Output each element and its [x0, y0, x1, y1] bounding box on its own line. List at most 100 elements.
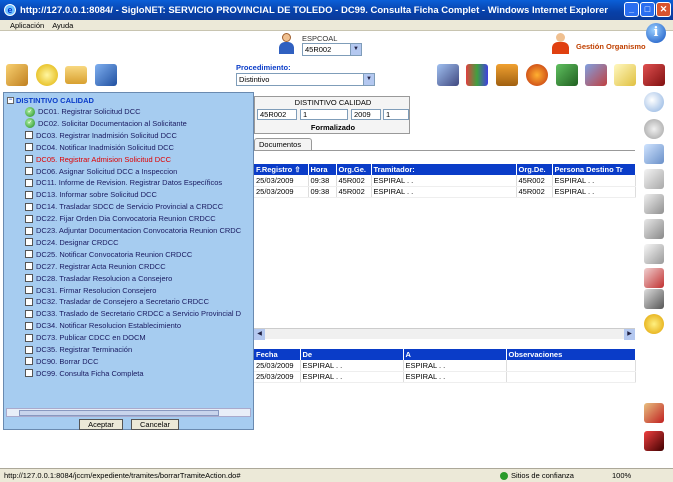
tree-item[interactable]: DC25. Notificar Convocatoria Reunion CRD… [25, 249, 192, 260]
books-icon[interactable] [466, 64, 488, 86]
tree-item-checkbox[interactable] [25, 143, 33, 152]
zoom-level[interactable]: 100% [612, 471, 631, 480]
magnifier-icon[interactable] [644, 92, 664, 112]
paperclip-icon[interactable] [644, 268, 664, 288]
tree-item[interactable]: DC73. Publicar CDCC en DOCM [25, 332, 146, 343]
tree-item[interactable]: DC90. Borrar DCC [25, 356, 99, 367]
tree-item[interactable]: DC27. Registrar Acta Reunion CRDCC [25, 261, 166, 272]
back-icon[interactable] [644, 119, 664, 139]
help-icon[interactable]: i [646, 23, 666, 43]
completed-check-icon[interactable]: ✓ [25, 118, 35, 129]
tree-item[interactable]: DC33. Traslado de Secretario CRDCC a Ser… [25, 308, 241, 319]
tree-item-checkbox[interactable] [25, 238, 33, 247]
tree-item[interactable]: DC35. Registrar Terminación [25, 344, 132, 355]
maximize-button[interactable]: □ [640, 2, 655, 17]
tree-item[interactable]: DC24. Designar CRDCC [25, 237, 119, 248]
tree-item[interactable]: ✓ DC02. Solicitar Documentacion al Solici… [25, 118, 187, 129]
search-document-icon[interactable] [556, 64, 578, 86]
firefox-icon[interactable] [526, 64, 548, 86]
espcoal-select[interactable]: 45R002 ▼ [302, 43, 362, 56]
collapse-icon[interactable]: − [7, 96, 14, 104]
tree-item[interactable]: DC05. Registrar Admision Solicitud DCC [25, 154, 171, 165]
scissors-icon[interactable] [644, 219, 664, 239]
scroll-thumb[interactable] [19, 410, 219, 416]
tree-item[interactable]: DC06. Asignar Solicitud DCC a Inspeccion [25, 166, 177, 177]
col-header-orgde[interactable]: Org.De. [516, 164, 553, 175]
tree-item-checkbox[interactable] [25, 357, 33, 366]
close-button[interactable]: ✕ [656, 2, 671, 17]
certificate-icon[interactable] [614, 64, 636, 86]
tree-item[interactable]: DC32. Trasladar de Consejero a Secretari… [25, 296, 209, 307]
accept-button[interactable]: Aceptar [79, 419, 123, 430]
tools-icon[interactable] [6, 64, 28, 86]
tree-item-checkbox[interactable] [25, 167, 33, 175]
col-header-observaciones[interactable]: Observaciones [506, 349, 636, 360]
tree-item-checkbox[interactable] [25, 321, 33, 330]
tree-item-checkbox[interactable] [25, 333, 33, 342]
scroll-right-icon[interactable]: ▶ [624, 329, 635, 340]
col-header-tramitador[interactable]: Tramitador: [371, 164, 517, 175]
col-header-hora[interactable]: Hora [308, 164, 337, 175]
users-icon[interactable] [585, 64, 607, 86]
tree-item[interactable]: DC28. Trasladar Resolucion a Consejero [25, 273, 172, 284]
chevron-down-icon[interactable]: ▼ [363, 74, 374, 85]
gestion-organismo-label[interactable]: Gestión Organismo [576, 42, 646, 51]
save-icon[interactable] [644, 194, 664, 214]
tree-item[interactable]: DC23. Adjuntar Documentacion Convocatori… [25, 225, 241, 236]
chevron-down-icon[interactable]: ▼ [350, 44, 361, 55]
col-header-de[interactable]: De [300, 349, 404, 360]
computer-icon[interactable] [95, 64, 117, 86]
sort-up-icon[interactable]: ⇧ [294, 165, 300, 174]
tree-item[interactable]: DC03. Registrar Inadmisión Solicitud DCC [25, 130, 177, 141]
exit-icon[interactable] [644, 431, 664, 451]
delete-tools-icon[interactable] [644, 403, 664, 423]
document-blue-icon[interactable] [644, 144, 664, 164]
tree-item-checkbox[interactable] [25, 345, 33, 354]
tree-item-checkbox[interactable] [25, 178, 33, 187]
tree-item[interactable]: DC34. Notificar Resolucion Establecimien… [25, 320, 181, 331]
tree-item-checkbox[interactable] [25, 214, 33, 223]
tree-item-checkbox[interactable] [25, 226, 33, 235]
tree-item[interactable]: DC13. Informar sobre Solicitud DCC [25, 189, 157, 200]
tree-item[interactable]: DC14. Trasladar SDCC de Servicio Provinc… [25, 201, 223, 212]
completed-check-icon[interactable]: ✓ [25, 106, 35, 117]
table-row[interactable]: 25/03/2009 09:38 45R002 ESPIRAL . . 45R0… [254, 186, 636, 198]
table-row[interactable]: 25/03/2009 ESPIRAL . . ESPIRAL . . [254, 360, 636, 372]
tree-scroll-area[interactable]: − DISTINTIVO CALIDAD ✓ DC01. Registrar So… [5, 94, 254, 406]
col-header-a[interactable]: A [403, 349, 507, 360]
tree-item[interactable]: DC22. Fijar Orden Dia Convocatoria Reuni… [25, 213, 216, 224]
menu-aplicacion[interactable]: Aplicación [10, 21, 44, 30]
tree-item-checkbox[interactable] [25, 369, 33, 378]
folder-icon[interactable] [65, 66, 87, 84]
col-header-orgge[interactable]: Org.Ge. [336, 164, 372, 175]
tree-root[interactable]: − DISTINTIVO CALIDAD [7, 95, 94, 105]
tree-item[interactable]: DC31. Firmar Resolucion Consejero [25, 285, 156, 296]
tree-item-checkbox[interactable] [25, 155, 33, 164]
tree-item-checkbox[interactable] [25, 202, 33, 211]
tree-item-checkbox[interactable] [25, 131, 33, 140]
tree-item-checkbox[interactable] [25, 309, 33, 318]
book-icon[interactable] [643, 64, 665, 86]
tree-item[interactable]: DC11. Informe de Revision. Registrar Dat… [25, 177, 222, 188]
tree-item-checkbox[interactable] [25, 190, 33, 199]
tab-documentos[interactable]: Documentos [254, 138, 312, 150]
minimize-button[interactable]: _ [624, 2, 639, 17]
document-grey-icon[interactable] [644, 169, 664, 189]
tree-item-checkbox[interactable] [25, 262, 33, 271]
tree-item[interactable]: DC99. Consulta Ficha Completa [25, 368, 144, 379]
menu-ayuda[interactable]: Ayuda [52, 21, 73, 30]
print-preview-icon[interactable] [644, 289, 664, 309]
settings-gear-icon[interactable] [644, 314, 664, 334]
tree-horizontal-scrollbar[interactable] [6, 408, 251, 417]
printer-icon[interactable] [644, 244, 664, 264]
col-header-fregistro[interactable]: F.Registro ⇧ [254, 164, 309, 175]
tree-item-checkbox[interactable] [25, 250, 33, 259]
table-row[interactable]: 25/03/2009 09:38 45R002 ESPIRAL . . 45R0… [254, 175, 636, 187]
scroll-left-icon[interactable]: ◀ [254, 329, 265, 340]
tree-item-checkbox[interactable] [25, 274, 33, 283]
tree-item-checkbox[interactable] [25, 297, 33, 306]
tree-item[interactable]: ✓ DC01. Registrar Solicitud DCC [25, 106, 141, 117]
lightbulb-icon[interactable] [36, 64, 58, 86]
col-header-persona-destino[interactable]: Persona Destino Tr [552, 164, 636, 175]
procedimiento-select[interactable]: Distintivo ▼ [236, 73, 375, 86]
